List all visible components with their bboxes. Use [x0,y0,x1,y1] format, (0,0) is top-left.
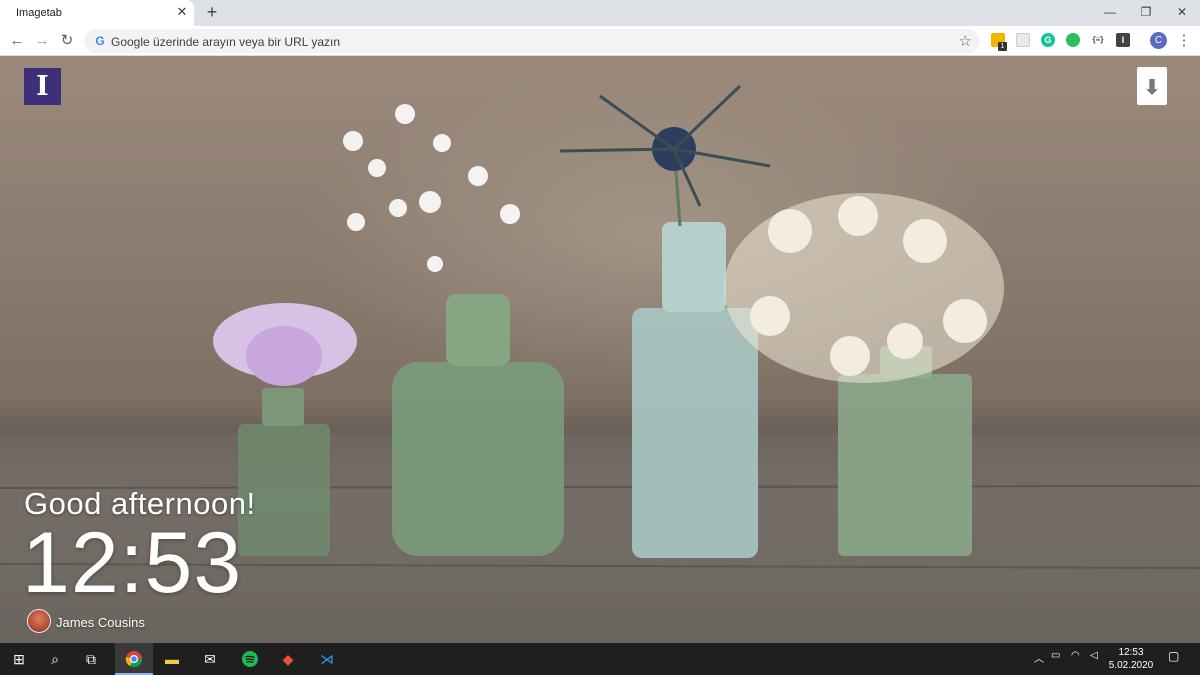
extension-blank-icon[interactable] [1016,33,1030,47]
tab-close-icon[interactable]: ✕ [175,5,189,19]
start-icon[interactable]: ⊞ [6,647,32,671]
extension-badge: 1 [998,42,1007,51]
download-icon: ⬇ [1143,77,1161,99]
system-clock[interactable]: 12:53 5.02.2020 [1108,646,1154,672]
minimize-button[interactable]: — [1100,4,1120,20]
task-view-icon[interactable]: ⧉ [78,647,104,671]
tab-title: Imagetab [16,7,62,19]
wifi-icon[interactable]: ◠ [1071,650,1080,661]
tab-imagetab[interactable]: Imagetab ✕ [0,0,194,26]
evernote-icon[interactable] [1066,33,1080,47]
download-button[interactable]: ⬇ [1137,67,1167,105]
browser-toolbar: ← → ↻ G Google üzerinde arayın veya bir … [0,26,1200,56]
new-tab-button[interactable]: + [203,3,221,21]
vscode-icon[interactable]: ⋊ [314,647,340,671]
photographer-name[interactable]: James Cousins [56,615,145,630]
omnibox[interactable]: G Google üzerinde arayın veya bir URL ya… [84,29,980,53]
profile-avatar[interactable]: C [1150,32,1167,49]
system-time: 12:53 [1118,647,1144,658]
volume-icon[interactable]: ◁ [1090,650,1098,661]
tab-strip: Imagetab ✕ + — ❐ ✕ [0,0,1200,26]
back-button[interactable]: ← [8,32,26,50]
close-window-button[interactable]: ✕ [1172,4,1192,20]
system-date: 5.02.2020 [1108,660,1154,671]
forward-button[interactable]: → [33,32,51,50]
imagetab-logo[interactable]: I [24,68,61,105]
new-tab-page: I ⬇ Good afternoon! 12:53 James Cousins [0,56,1200,643]
file-explorer-icon[interactable]: ▬ [159,647,185,671]
photographer-avatar[interactable] [27,609,51,633]
omnibox-placeholder: Google üzerinde arayın veya bir URL yazı… [111,35,341,49]
reload-button[interactable]: ↻ [58,32,76,50]
battery-icon[interactable]: ▭ [1051,650,1060,661]
git-tool-icon[interactable]: ◆ [275,647,301,671]
notifications-icon[interactable]: ▢ [1168,649,1179,663]
spotify-icon[interactable] [237,647,263,671]
imagetab-extension-icon[interactable]: I [1116,33,1130,47]
clock-time: 12:53 [22,515,243,611]
grammarly-icon[interactable]: G [1041,33,1055,47]
windows-taskbar: ⊞ ⌕ ⧉ ▬ ✉ ◆ ⋊ ︿ ▭ ◠ ◁ 12:53 5.02.2020 ▢ [0,643,1200,675]
google-icon: G [95,34,105,48]
bookmark-star-icon[interactable]: ☆ [959,32,972,50]
restore-button[interactable]: ❐ [1136,4,1156,20]
tray-chevron-icon[interactable]: ︿ [1034,650,1044,665]
chrome-icon[interactable] [121,647,147,671]
mail-icon[interactable]: ✉ [197,647,223,671]
extension-code-icon[interactable]: {≡} [1091,33,1105,47]
menu-kebab-icon[interactable]: ⋮ [1175,32,1193,50]
search-icon[interactable]: ⌕ [42,647,68,671]
